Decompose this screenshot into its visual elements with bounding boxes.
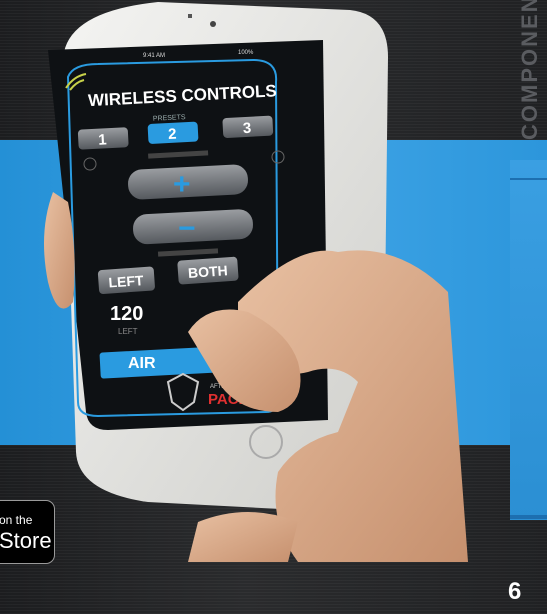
right-panel-bottom-line xyxy=(510,515,547,519)
page-number: 6 xyxy=(508,578,522,605)
front-camera xyxy=(210,21,216,27)
badge-line-1: on the xyxy=(0,513,33,527)
right-panel-divider xyxy=(510,178,547,180)
preset-3-label: 3 xyxy=(242,120,251,137)
earpiece xyxy=(188,14,192,18)
phone-illustration: 9:41 AM 100% WIRELESS CONTROLS PRESETS 1… xyxy=(44,2,468,563)
preset-2-label: 2 xyxy=(168,126,177,143)
left-button-label: LEFT xyxy=(108,272,144,290)
section-heading: COMPONENTS xyxy=(517,0,542,140)
right-blue-panel xyxy=(510,160,547,520)
minus-symbol: − xyxy=(178,212,196,245)
plus-symbol: + xyxy=(173,168,191,201)
pressure-value: 120 xyxy=(110,303,143,325)
preset-1-label: 1 xyxy=(98,131,107,148)
palm-bottom xyxy=(188,512,298,562)
both-button-label: BOTH xyxy=(188,262,229,281)
smartphone-in-hand: 9:41 AM 100% WIRELESS CONTROLS PRESETS 1… xyxy=(38,2,468,563)
pressure-label: LEFT xyxy=(118,327,138,336)
air-button-label: AIR xyxy=(128,355,156,372)
status-time: 9:41 AM xyxy=(143,53,165,59)
status-battery: 100% xyxy=(238,50,254,56)
